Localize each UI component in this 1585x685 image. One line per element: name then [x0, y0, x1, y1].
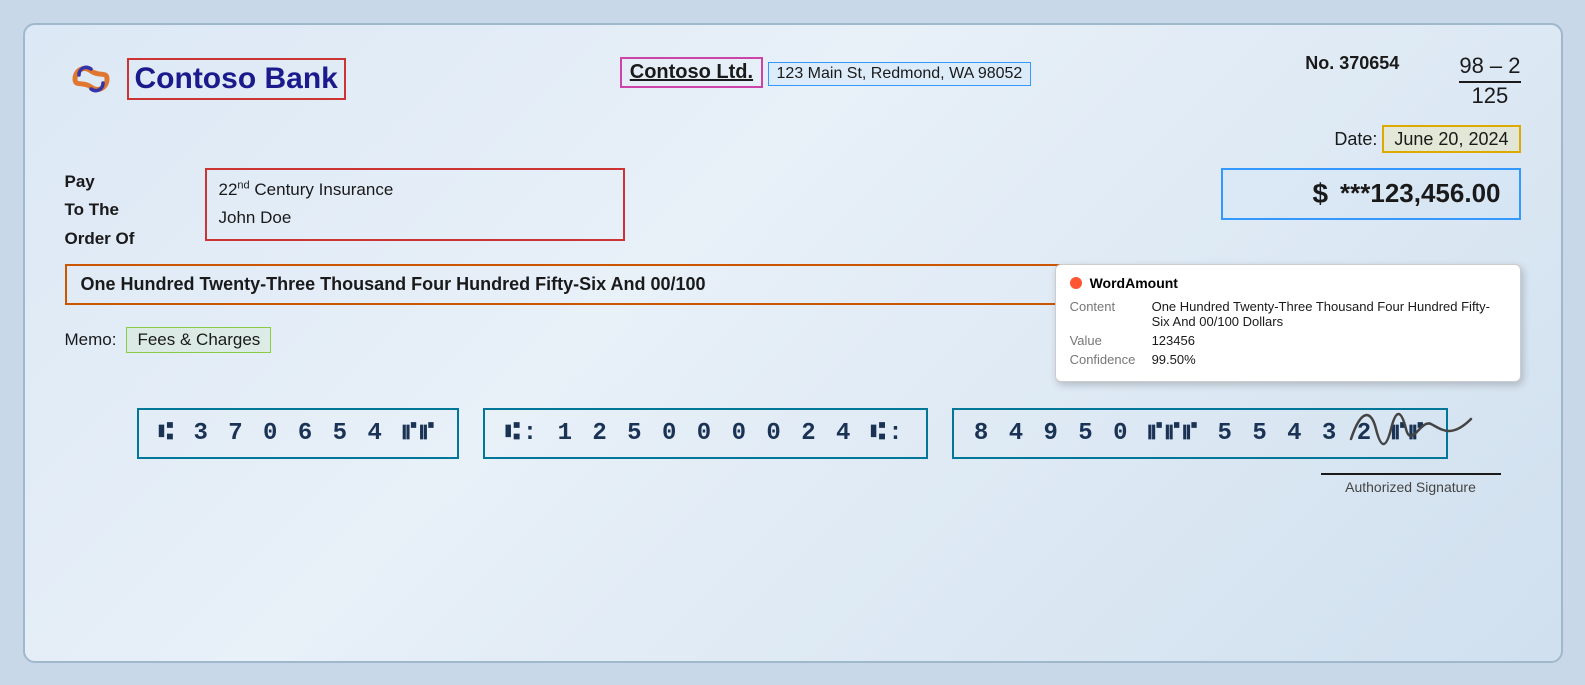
signature-area: Authorized Signature: [1321, 395, 1501, 495]
tooltip-dot-icon: [1070, 277, 1082, 289]
bank-logo-icon: [65, 53, 117, 105]
memo-value: Fees & Charges: [126, 327, 271, 353]
currency-symbol: $: [1312, 178, 1328, 210]
check-number-block: No. 370654 98 – 2 125 Date: June 20, 202…: [1305, 53, 1520, 150]
check-fraction: 98 – 2 125: [1459, 53, 1520, 109]
tooltip-value-label: Value: [1070, 333, 1140, 348]
word-amount-text: One Hundred Twenty-Three Thousand Four H…: [81, 274, 706, 295]
pay-row: Pay To The Order Of 22nd Century Insuran…: [65, 168, 1521, 255]
payee-line2: John Doe: [219, 204, 611, 233]
date-value: June 20, 2024: [1382, 125, 1520, 153]
tooltip-content-row: Content One Hundred Twenty-Three Thousan…: [1070, 299, 1506, 329]
company-name: Contoso Ltd.: [620, 57, 763, 88]
tooltip-content-value: One Hundred Twenty-Three Thousand Four H…: [1152, 299, 1506, 329]
check-document: Contoso Bank Contoso Ltd. 123 Main St, R…: [23, 23, 1563, 663]
tooltip-content-label: Content: [1070, 299, 1140, 314]
signature-label: Authorized Signature: [1321, 479, 1501, 495]
tooltip-value-value: 123456: [1152, 333, 1195, 348]
company-address: 123 Main St, Redmond, WA 98052: [768, 62, 1032, 86]
logo-area: Contoso Bank: [65, 53, 346, 105]
tooltip-value-row: Value 123456: [1070, 333, 1506, 348]
signature-image: [1321, 395, 1501, 475]
memo-label: Memo:: [65, 330, 117, 350]
header-row: Contoso Bank Contoso Ltd. 123 Main St, R…: [65, 53, 1521, 150]
tooltip-confidence-value: 99.50%: [1152, 352, 1196, 367]
micr-account: ⑆: 1 2 5 0 0 0 0 2 4 ⑆:: [483, 408, 927, 459]
tooltip-header: WordAmount: [1070, 275, 1506, 291]
bank-name: Contoso Bank: [127, 58, 346, 100]
date-line: Date: June 20, 2024: [1305, 129, 1520, 150]
payee-box: 22nd Century Insurance John Doe: [205, 168, 625, 242]
pay-label: Pay To The Order Of: [65, 168, 195, 255]
check-number: No. 370654: [1305, 53, 1399, 74]
payee-line1: 22nd Century Insurance: [219, 176, 611, 205]
word-amount-box: One Hundred Twenty-Three Thousand Four H…: [65, 264, 1157, 305]
tooltip-confidence-row: Confidence 99.50%: [1070, 352, 1506, 367]
micr-row: ⑆ 3 7 0 6 5 4 ⑈⑈ ⑆: 1 2 5 0 0 0 0 2 4 ⑆:…: [65, 408, 1521, 459]
amount-value: ***123,456.00: [1340, 178, 1500, 209]
company-block: Contoso Ltd. 123 Main St, Redmond, WA 98…: [620, 57, 1032, 88]
signature-svg: [1341, 399, 1481, 459]
tooltip-field-name: WordAmount: [1090, 275, 1178, 291]
tooltip-confidence-label: Confidence: [1070, 352, 1140, 367]
micr-routing: ⑆ 3 7 0 6 5 4 ⑈⑈: [137, 408, 459, 459]
tooltip-popup: WordAmount Content One Hundred Twenty-Th…: [1055, 264, 1521, 382]
amount-box: $ ***123,456.00: [1221, 168, 1521, 220]
word-amount-row: One Hundred Twenty-Three Thousand Four H…: [65, 264, 1521, 305]
